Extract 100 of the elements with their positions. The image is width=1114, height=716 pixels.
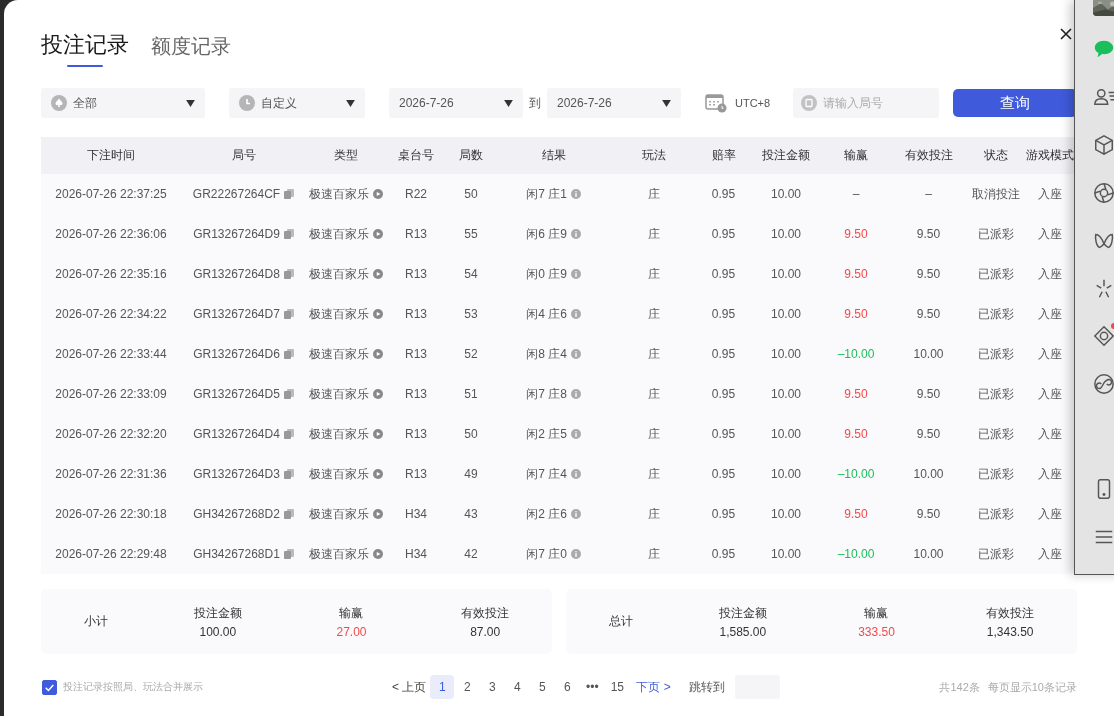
game-select[interactable]: 全部 xyxy=(41,88,205,118)
table-cell: 闲0 庄9 xyxy=(526,265,567,283)
copy-icon[interactable] xyxy=(283,309,294,319)
next-page-link[interactable]: 下页 > xyxy=(632,678,675,696)
copy-icon[interactable] xyxy=(283,469,294,479)
close-icon[interactable] xyxy=(1060,28,1072,40)
info-icon[interactable] xyxy=(570,349,581,359)
round-search-field[interactable]: 请输入局号 xyxy=(793,88,940,118)
table-cell-text: 0.95 xyxy=(710,387,737,401)
play-icon[interactable] xyxy=(373,469,383,479)
copy-icon[interactable] xyxy=(283,389,294,399)
info-icon[interactable] xyxy=(570,269,581,279)
table-cell: 极速百家乐 xyxy=(309,465,369,483)
play-icon[interactable] xyxy=(373,549,383,559)
copy-icon[interactable] xyxy=(284,189,295,199)
prev-page-link[interactable]: < 上页 xyxy=(388,678,431,696)
table-cell-text: 庄 xyxy=(646,545,661,563)
table-cell-text: 入座 xyxy=(1037,185,1063,203)
play-icon[interactable] xyxy=(373,189,383,199)
column-header: 输赢 xyxy=(843,147,869,164)
page-number[interactable]: 2 xyxy=(455,675,480,699)
play-icon[interactable] xyxy=(373,269,383,279)
table-cell-text: 2026-07-26 22:32:20 xyxy=(54,427,168,441)
page-number[interactable]: ••• xyxy=(580,675,605,699)
page-number[interactable]: 4 xyxy=(505,675,530,699)
play-icon[interactable] xyxy=(373,429,383,439)
date-select[interactable]: 2026-7-26 xyxy=(389,88,523,118)
table-cell-text: 52 xyxy=(463,347,479,361)
table-cell: 极速百家乐 xyxy=(309,425,369,443)
info-icon[interactable] xyxy=(570,229,581,239)
copy-icon[interactable] xyxy=(283,229,294,239)
table-cell-text: 10.00 xyxy=(912,467,945,481)
table-cell-text: 庄 xyxy=(646,305,661,323)
aperture-icon[interactable] xyxy=(1093,181,1114,204)
date-select[interactable]: 2026-7-26 xyxy=(547,88,681,118)
column-header: 类型 xyxy=(333,147,359,164)
page-number[interactable]: 3 xyxy=(480,675,505,699)
table-cell-text: 0.95 xyxy=(710,347,737,361)
table-cell: 闲8 庄4 xyxy=(526,345,567,363)
table-cell-text: 庄 xyxy=(646,345,661,363)
period-select[interactable]: 自定义 xyxy=(229,88,365,118)
info-icon[interactable] xyxy=(570,549,581,559)
info-icon[interactable] xyxy=(570,509,581,519)
table-cell-text: R13 xyxy=(404,267,428,281)
tab[interactable]: 投注记录 xyxy=(41,30,129,64)
table-cell-text: 0.95 xyxy=(710,307,737,321)
table-cell-text: 51 xyxy=(463,387,479,401)
table-cell-text: 9.50 xyxy=(915,387,942,401)
table-cell-text: 庄 xyxy=(646,385,661,403)
table-cell: GR13267264D4 xyxy=(193,427,280,441)
info-icon[interactable] xyxy=(570,469,581,479)
table-cell: 闲4 庄6 xyxy=(526,305,567,323)
info-icon[interactable] xyxy=(570,389,581,399)
summary-label: 有效投注 xyxy=(461,604,510,622)
info-icon[interactable] xyxy=(570,429,581,439)
copy-icon[interactable] xyxy=(283,429,294,439)
play-icon[interactable] xyxy=(373,509,383,519)
copy-icon[interactable] xyxy=(283,349,294,359)
play-icon[interactable] xyxy=(373,309,383,319)
page-number[interactable]: 6 xyxy=(555,675,580,699)
table-cell-text: H34 xyxy=(404,507,428,521)
summary-title: 总计 xyxy=(608,613,634,630)
table-cell-text: 49 xyxy=(463,467,479,481)
play-icon[interactable] xyxy=(373,389,383,399)
page-number[interactable]: 15 xyxy=(605,675,630,699)
column-header: 结果 xyxy=(540,147,567,164)
table-cell: GR13267264D5 xyxy=(193,387,280,401)
table-cell-text: 10.00 xyxy=(770,427,802,441)
column-header: 游戏模式 xyxy=(1026,147,1074,164)
info-icon[interactable] xyxy=(570,309,581,319)
info-icon[interactable] xyxy=(570,189,581,199)
table-cell-text: 庄 xyxy=(646,425,661,443)
table-cell-text: 已派彩 xyxy=(977,505,1015,523)
table-cell-text: R13 xyxy=(404,307,428,321)
table-cell-text: R13 xyxy=(404,347,428,361)
table-cell-text: R13 xyxy=(404,467,428,481)
table-cell-text: 已派彩 xyxy=(977,225,1015,243)
cube-icon[interactable] xyxy=(1093,133,1114,156)
copy-icon[interactable] xyxy=(283,549,294,559)
checkbox[interactable] xyxy=(42,679,57,695)
table-cell-text: 0.95 xyxy=(710,187,737,201)
summary-label: 投注金额 xyxy=(193,604,242,622)
diamond-icon[interactable] xyxy=(1093,325,1114,348)
tab[interactable]: 额度记录 xyxy=(151,33,231,64)
copy-icon[interactable] xyxy=(283,509,294,519)
table-cell-text: 2026-07-26 22:33:09 xyxy=(54,387,168,401)
calendar-icon xyxy=(705,93,727,113)
table-cell-text: 10.00 xyxy=(770,307,802,321)
table-cell-text: R22 xyxy=(404,187,428,201)
table-cell: GH34267268D2 xyxy=(193,507,280,521)
link-icon[interactable] xyxy=(1093,373,1114,396)
page-number[interactable]: 5 xyxy=(530,675,555,699)
copy-icon[interactable] xyxy=(283,269,294,279)
table-cell-text: 9.50 xyxy=(915,267,942,281)
column-header: 投注金额 xyxy=(761,147,811,164)
table-cell-text: 42 xyxy=(463,547,479,561)
play-icon[interactable] xyxy=(373,349,383,359)
table-cell: 极速百家乐 xyxy=(309,505,369,523)
play-icon[interactable] xyxy=(373,229,383,239)
page-number[interactable]: 1 xyxy=(430,675,455,699)
